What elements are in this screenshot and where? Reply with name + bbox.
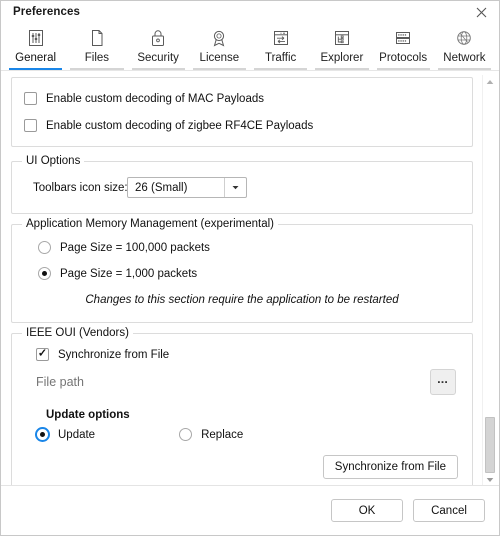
tab-label: Traffic bbox=[264, 52, 297, 64]
ieee-oui-legend: IEEE OUI (Vendors) bbox=[22, 327, 133, 339]
tab-label: General bbox=[15, 52, 57, 64]
preferences-dialog: Preferences General Files Security Licen… bbox=[0, 0, 500, 536]
ui-options-legend: UI Options bbox=[22, 155, 85, 167]
scroll-up-arrow-icon[interactable] bbox=[483, 75, 497, 89]
file-path-input[interactable] bbox=[36, 370, 430, 394]
update-label: Update bbox=[58, 428, 96, 441]
memory-management-group: Application Memory Management (experimen… bbox=[11, 218, 473, 323]
file-icon bbox=[87, 26, 107, 50]
tab-files[interactable]: Files bbox=[66, 23, 127, 70]
file-path-row bbox=[36, 369, 460, 395]
explorer-window-icon bbox=[332, 26, 352, 50]
sync-button-row: Synchronize from File bbox=[24, 455, 460, 479]
replace-label: Replace bbox=[201, 428, 244, 441]
tab-traffic[interactable]: Traffic bbox=[250, 23, 311, 70]
decode-mac-checkbox[interactable]: ✓ bbox=[24, 92, 37, 105]
sync-from-file-row[interactable]: ✓ Synchronize from File bbox=[36, 348, 460, 361]
decode-mac-row[interactable]: ✓ Enable custom decoding of MAC Payloads bbox=[24, 92, 460, 105]
tab-label: Protocols bbox=[379, 52, 428, 64]
server-rack-icon bbox=[393, 26, 413, 50]
tab-underline bbox=[437, 68, 491, 70]
tab-label: License bbox=[199, 52, 240, 64]
decode-rf4ce-label: Enable custom decoding of zigbee RF4CE P… bbox=[46, 119, 314, 132]
synchronize-from-file-button[interactable]: Synchronize from File bbox=[322, 455, 458, 479]
tab-label: Explorer bbox=[320, 52, 364, 64]
page-size-100000-label: Page Size = 100,000 packets bbox=[60, 241, 210, 254]
sync-from-file-label: Synchronize from File bbox=[58, 348, 170, 361]
toolbars-icon-size-select[interactable]: 26 (Small) bbox=[127, 177, 247, 198]
globe-icon bbox=[454, 26, 474, 50]
tab-security[interactable]: Security bbox=[128, 23, 189, 70]
decode-rf4ce-row[interactable]: ✓ Enable custom decoding of zigbee RF4CE… bbox=[24, 119, 460, 132]
toolbars-icon-size-row: Toolbars icon size: 26 (Small) bbox=[24, 177, 460, 198]
sync-from-file-checkbox[interactable]: ✓ bbox=[36, 348, 49, 361]
page-title: Preferences bbox=[13, 6, 80, 18]
traffic-window-icon bbox=[271, 26, 291, 50]
lock-icon bbox=[148, 26, 168, 50]
toolbars-icon-size-label: Toolbars icon size: bbox=[33, 181, 128, 194]
tab-underline bbox=[9, 68, 63, 70]
tab-label: Network bbox=[443, 52, 486, 64]
tab-label: Files bbox=[84, 52, 110, 64]
decode-mac-label: Enable custom decoding of MAC Payloads bbox=[46, 92, 264, 105]
sliders-icon bbox=[26, 26, 46, 50]
decode-rf4ce-checkbox[interactable]: ✓ bbox=[24, 119, 37, 132]
tab-license[interactable]: License bbox=[189, 23, 250, 70]
preferences-scroll-area: ✓ Enable custom decoding of MAC Payloads… bbox=[1, 71, 499, 485]
award-icon bbox=[209, 26, 229, 50]
tab-underline bbox=[315, 68, 369, 70]
tab-underline bbox=[70, 68, 124, 70]
tab-general[interactable]: General bbox=[5, 23, 66, 70]
browse-file-button[interactable] bbox=[430, 369, 456, 395]
cancel-button[interactable]: Cancel bbox=[413, 499, 485, 522]
tab-bar: General Files Security License Traffic E… bbox=[1, 23, 499, 71]
tab-underline bbox=[131, 68, 185, 70]
page-size-1000-label: Page Size = 1,000 packets bbox=[60, 267, 198, 280]
tab-explorer[interactable]: Explorer bbox=[311, 23, 372, 70]
scrollbar-thumb[interactable] bbox=[485, 417, 495, 473]
scrollbar-track[interactable] bbox=[483, 89, 496, 473]
titlebar: Preferences bbox=[1, 1, 499, 23]
dialog-footer: OK Cancel bbox=[1, 485, 499, 535]
ui-options-group: UI Options Toolbars icon size: 26 (Small… bbox=[11, 155, 473, 214]
tab-network[interactable]: Network bbox=[434, 23, 495, 70]
tab-underline bbox=[376, 68, 430, 70]
tab-underline bbox=[192, 68, 246, 70]
decoding-group: ✓ Enable custom decoding of MAC Payloads… bbox=[11, 77, 473, 147]
tab-underline bbox=[254, 68, 308, 70]
restart-note: Changes to this section require the appl… bbox=[85, 294, 399, 306]
toolbars-icon-size-value: 26 (Small) bbox=[135, 181, 188, 194]
vertical-scrollbar[interactable] bbox=[482, 75, 496, 487]
update-radio[interactable] bbox=[36, 428, 49, 441]
page-size-100000-radio[interactable] bbox=[38, 241, 51, 254]
replace-radio[interactable] bbox=[179, 428, 193, 441]
update-options-row: Update Replace bbox=[36, 428, 460, 441]
chevron-down-icon[interactable] bbox=[224, 178, 246, 197]
ok-button[interactable]: OK bbox=[331, 499, 403, 522]
tab-protocols[interactable]: Protocols bbox=[373, 23, 434, 70]
tab-label: Security bbox=[137, 52, 179, 64]
page-size-1000-row[interactable]: Page Size = 1,000 packets bbox=[24, 267, 460, 280]
ieee-oui-group: IEEE OUI (Vendors) ✓ Synchronize from Fi… bbox=[11, 327, 473, 485]
update-options-heading: Update options bbox=[46, 409, 130, 421]
close-icon[interactable] bbox=[471, 3, 491, 21]
page-size-1000-radio[interactable] bbox=[38, 267, 51, 280]
memory-management-legend: Application Memory Management (experimen… bbox=[22, 218, 278, 230]
general-settings-content: ✓ Enable custom decoding of MAC Payloads… bbox=[11, 77, 473, 485]
page-size-100000-row[interactable]: Page Size = 100,000 packets bbox=[24, 241, 460, 254]
